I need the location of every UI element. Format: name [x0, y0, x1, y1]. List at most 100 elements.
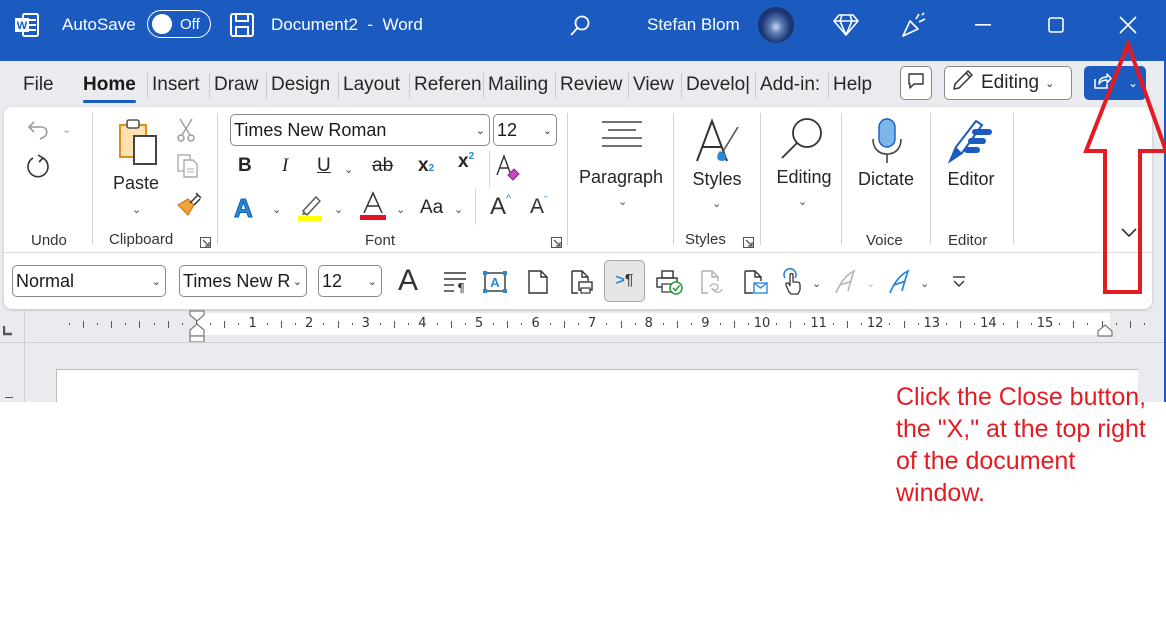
bold-button[interactable]: B — [238, 155, 252, 177]
shrink-font-button[interactable]: Aˇ — [530, 195, 548, 219]
highlight-color-bar — [298, 216, 322, 221]
email-document-icon[interactable] — [743, 269, 769, 300]
tab-view[interactable]: View — [628, 73, 674, 99]
autosave-toggle[interactable]: Off — [147, 10, 211, 38]
avatar[interactable] — [758, 7, 794, 43]
print-preview-icon[interactable] — [570, 269, 594, 300]
editing-mode-button[interactable]: Editing ⌄ — [944, 66, 1072, 100]
font-size-combo[interactable]: 12 ⌄ — [493, 114, 557, 146]
right-indent-marker[interactable] — [1096, 323, 1114, 342]
ruler-tick — [578, 323, 580, 325]
pen-gray-dropdown-icon[interactable]: ⌄ — [866, 277, 875, 290]
show-formatting-button[interactable]: >¶ — [604, 260, 645, 302]
highlight-dropdown-icon[interactable]: ⌄ — [334, 203, 343, 216]
qat-size-combo[interactable]: 12 ⌄ — [318, 265, 382, 297]
change-case-button[interactable]: Aa — [420, 197, 443, 219]
tab-design[interactable]: Design — [266, 73, 330, 99]
grow-font-button[interactable]: A^ — [490, 193, 511, 221]
new-document-icon[interactable] — [527, 269, 549, 300]
tab-references[interactable]: Referen — [409, 73, 483, 99]
tab-mailings[interactable]: Mailing — [483, 73, 553, 99]
group-divider — [92, 113, 93, 245]
pen-blue-dropdown-icon[interactable]: ⌄ — [920, 277, 929, 290]
undo-dropdown-icon[interactable]: ⌄ — [62, 123, 71, 136]
indent-marker[interactable] — [188, 310, 206, 349]
text-effects-dropdown-icon[interactable]: ⌄ — [272, 203, 281, 216]
ruler-tick — [563, 320, 565, 328]
paste-button[interactable]: Paste ⌄ — [112, 117, 160, 217]
font-color-dropdown-icon[interactable]: ⌄ — [396, 203, 405, 216]
underline-dropdown-icon[interactable]: ⌄ — [344, 163, 353, 176]
styles-button[interactable]: Styles ⌄ — [684, 115, 750, 215]
styles-launcher-icon[interactable] — [743, 235, 754, 253]
underline-button[interactable]: U — [317, 155, 331, 177]
clear-formatting-icon — [494, 153, 522, 185]
ruler-number: 12 — [866, 316, 884, 331]
group-divider — [673, 113, 674, 245]
text-box-icon[interactable]: A — [482, 270, 508, 299]
highlight-button[interactable] — [298, 193, 324, 226]
tab-insert[interactable]: Insert — [147, 73, 200, 99]
font-a-icon[interactable]: A — [398, 265, 418, 297]
paste-dropdown-icon[interactable]: ⌄ — [132, 203, 141, 216]
tab-help[interactable]: Help — [828, 73, 872, 99]
font-launcher-icon[interactable] — [551, 235, 562, 253]
comments-button[interactable] — [900, 66, 932, 100]
ribbon-home: ⌄ Undo Paste ⌄ Clipboard Times New Roman… — [4, 107, 1152, 309]
diamond-icon[interactable] — [833, 13, 859, 37]
search-icon[interactable] — [568, 14, 592, 38]
user-name[interactable]: Stefan Blom — [647, 15, 740, 35]
customize-qat-icon[interactable] — [952, 275, 966, 294]
superscript-button[interactable]: x2 — [458, 151, 474, 173]
close-icon[interactable] — [1119, 16, 1137, 34]
tab-home[interactable]: Home — [83, 73, 136, 103]
subscript-button[interactable]: x2 — [418, 155, 434, 177]
touch-mode-icon[interactable] — [780, 267, 804, 301]
copy-button[interactable] — [176, 153, 200, 184]
format-painter-button[interactable] — [176, 191, 202, 222]
italic-button[interactable]: I — [282, 155, 288, 177]
share-button[interactable]: ⌄ — [1084, 66, 1146, 100]
word-logo-icon[interactable]: W — [14, 12, 40, 38]
change-case-dropdown-icon[interactable]: ⌄ — [454, 203, 463, 216]
clipboard-launcher-icon[interactable] — [200, 235, 211, 253]
maximize-icon[interactable] — [1048, 17, 1064, 33]
minimize-icon[interactable] — [975, 24, 991, 26]
draw-pen-gray-icon[interactable] — [834, 269, 858, 300]
style-combo[interactable]: Normal ⌄ — [12, 265, 166, 297]
ruler-tick — [436, 323, 438, 325]
horizontal-ruler[interactable]: 1 2 3 4 5 6 7 8 9 10 11 12 13 14 15 — [56, 313, 1156, 335]
cut-button[interactable] — [176, 117, 196, 148]
save-icon[interactable] — [229, 12, 255, 38]
ruler-tick — [776, 323, 778, 325]
undo-button[interactable] — [26, 117, 52, 148]
tab-file[interactable]: File — [23, 73, 54, 99]
dictate-button[interactable]: Dictate — [850, 115, 922, 205]
tab-selector-icon[interactable] — [2, 323, 13, 341]
share-dropdown-icon[interactable]: ⌄ — [1128, 76, 1138, 90]
editing-button[interactable]: Editing ⌄ — [768, 113, 834, 213]
tab-add-ins[interactable]: Add-in: — [755, 73, 827, 99]
font-color-button[interactable] — [360, 191, 386, 226]
qat-font-combo[interactable]: Times New R ⌄ — [179, 265, 307, 297]
redo-button[interactable] — [24, 153, 52, 186]
draw-pen-blue-icon[interactable] — [888, 269, 912, 300]
editor-button[interactable]: Editor — [936, 115, 1006, 205]
font-name-combo[interactable]: Times New Roman ⌄ — [230, 114, 490, 146]
tab-layout[interactable]: Layout — [338, 73, 400, 99]
text-effects-button[interactable]: A — [234, 193, 254, 224]
print-icon[interactable] — [655, 269, 683, 300]
collapse-ribbon-icon[interactable] — [1121, 225, 1137, 243]
ruler-tick — [917, 323, 919, 325]
paragraph-button[interactable]: Paragraph ⌄ — [578, 117, 664, 208]
tab-developer[interactable]: Develo| — [681, 73, 755, 99]
touch-mode-dropdown-icon[interactable]: ⌄ — [812, 277, 821, 290]
strikethrough-button[interactable]: ab — [372, 155, 393, 177]
line-spacing-icon[interactable]: ¶ — [442, 270, 468, 299]
link-document-icon[interactable] — [700, 269, 724, 300]
tab-draw[interactable]: Draw — [209, 73, 258, 99]
clear-formatting-button[interactable] — [494, 153, 522, 186]
tab-review[interactable]: Review — [555, 73, 622, 99]
editing-mode-label: Editing — [981, 72, 1040, 93]
celebrate-icon[interactable] — [900, 11, 928, 39]
